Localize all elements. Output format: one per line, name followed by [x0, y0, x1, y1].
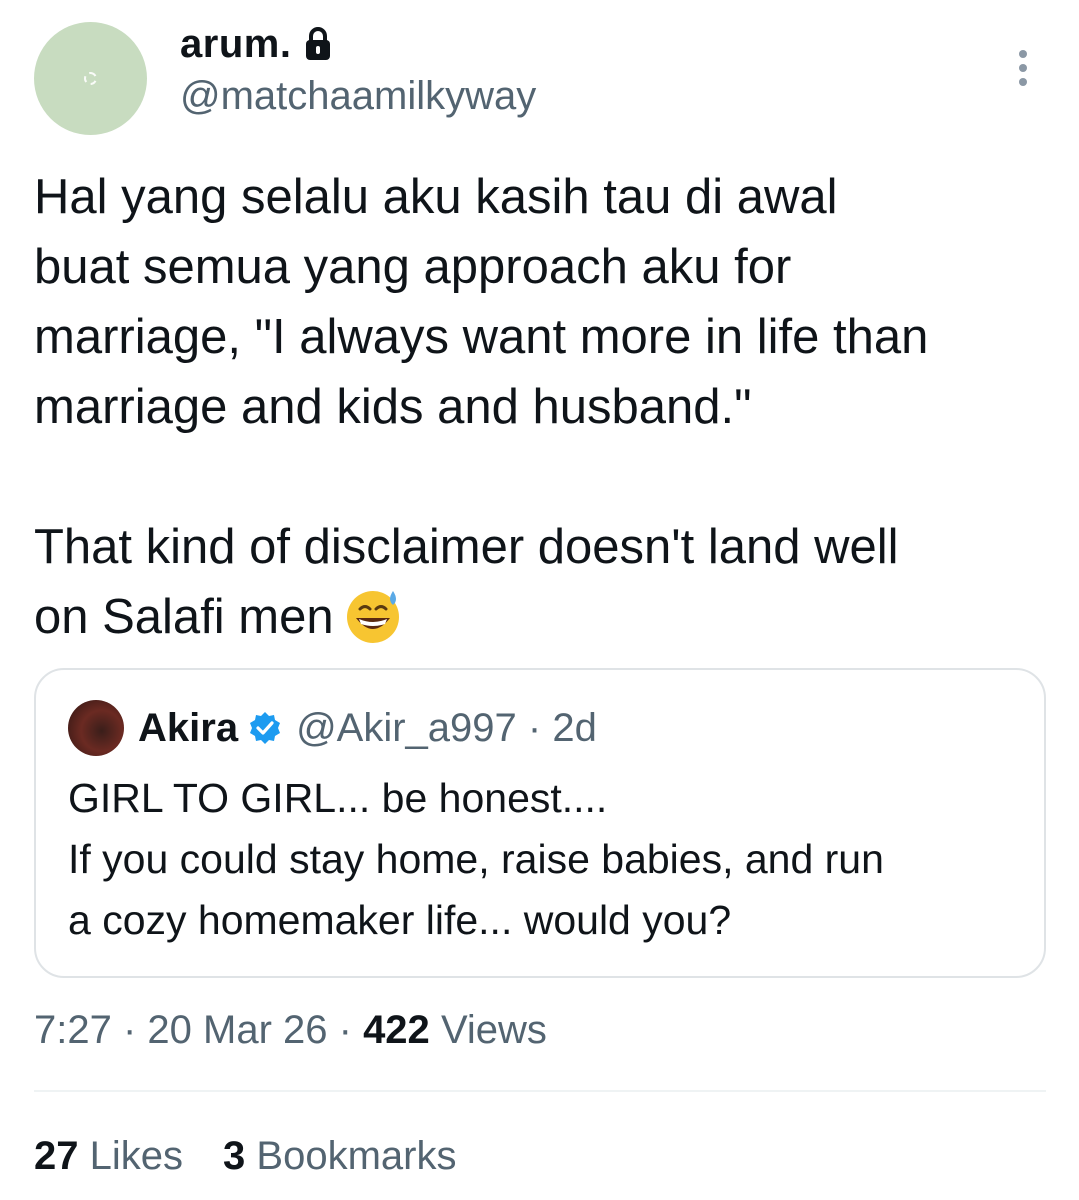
views-label: Views — [440, 1008, 547, 1052]
tweet-meta: 7:27 · 20 Mar 26 · 422 Views — [34, 1004, 547, 1056]
divider — [34, 1090, 1046, 1092]
tweet-body: Hal yang selalu aku kasih tau di awal bu… — [34, 170, 929, 644]
verified-badge-icon — [250, 712, 281, 744]
avatar-pattern — [84, 72, 97, 85]
author-handle[interactable]: @matchaamilkyway — [180, 72, 536, 120]
likes-label: Likes — [89, 1134, 184, 1178]
quoted-tweet-text: GIRL TO GIRL... be honest.... If you cou… — [68, 775, 884, 943]
bookmarks-label: Bookmarks — [256, 1134, 457, 1178]
meta-separator: · — [516, 705, 553, 750]
bookmarks-count: 3 — [223, 1134, 246, 1178]
likes-stat[interactable]: 27 Likes — [34, 1130, 183, 1182]
quoted-author-avatar[interactable] — [68, 700, 124, 756]
author-name-row: arum. — [180, 20, 333, 68]
likes-count: 27 — [34, 1134, 79, 1178]
engagement-stats: 27 Likes 3 Bookmarks — [34, 1130, 456, 1182]
quoted-tweet-header: Akira @Akir_a997 · 2d — [68, 700, 597, 756]
quoted-author-name[interactable]: Akira — [138, 706, 238, 751]
more-options-icon[interactable] — [1012, 48, 1034, 88]
quoted-handle-time: @Akir_a997 · 2d — [296, 706, 597, 751]
author-display-name[interactable]: arum. — [180, 20, 291, 68]
views-count: 422 — [363, 1008, 430, 1052]
tweet-date[interactable]: 20 Mar 26 — [147, 1008, 327, 1052]
grinning-face-with-sweat-icon — [346, 591, 399, 643]
tweet-time[interactable]: 7:27 — [34, 1008, 112, 1052]
author-avatar[interactable] — [34, 22, 147, 135]
meta-separator: · — [111, 1008, 148, 1052]
tweet-text: Hal yang selalu aku kasih tau di awal bu… — [34, 162, 1054, 652]
lock-icon — [306, 27, 331, 60]
quoted-author-handle[interactable]: @Akir_a997 — [296, 706, 517, 750]
bookmarks-stat[interactable]: 3 Bookmarks — [223, 1130, 456, 1182]
meta-separator: · — [327, 1008, 364, 1052]
quoted-tweet[interactable]: Akira @Akir_a997 · 2d GIRL TO GIRL... be… — [34, 668, 1046, 978]
quoted-tweet-time: 2d — [552, 705, 597, 750]
